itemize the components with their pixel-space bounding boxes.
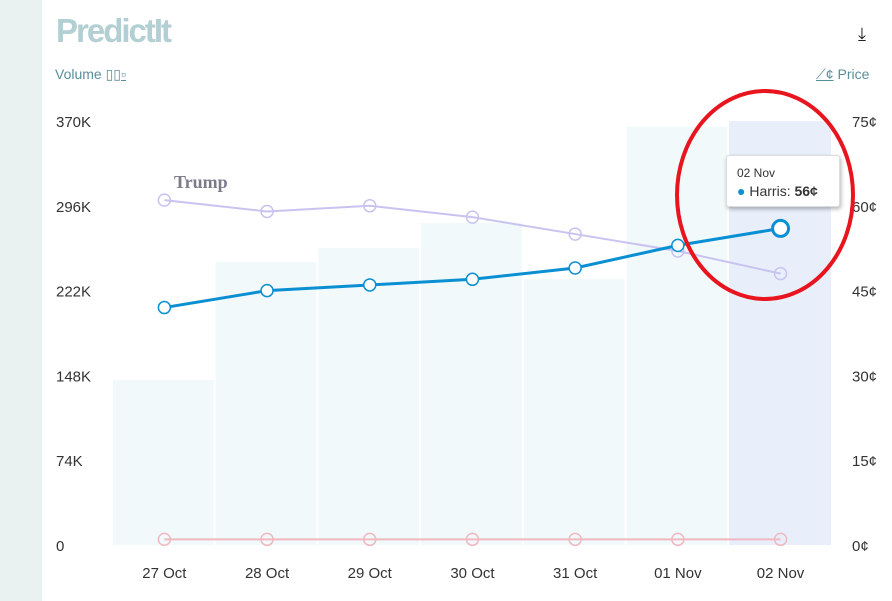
- chart: 27 Oct 28 Oct 29 Oct 30 Oct 31 Oct 01 Nov 02 N…: [56, 89, 877, 582]
- data-point: [568, 261, 582, 275]
- volume-bar: [421, 222, 522, 545]
- data-point: [465, 272, 480, 287]
- x-tick-label: 29 Oct: [348, 565, 393, 582]
- price-tick-label: 30¢: [852, 368, 877, 385]
- volume-bar: [523, 279, 625, 545]
- data-point: [771, 218, 791, 238]
- tooltip-date: 02 Nov: [737, 166, 776, 180]
- price-tick-label: 15¢: [852, 453, 877, 470]
- tooltip-series: Harris:: [749, 183, 791, 199]
- tooltip-value: 56¢: [794, 183, 818, 199]
- data-point: [671, 238, 685, 253]
- price-tick-label: 45¢: [852, 284, 877, 301]
- price-tick-label: 60¢: [852, 199, 877, 216]
- price-tick-label: 0¢: [852, 538, 869, 555]
- x-tick-label: 02 Nov: [757, 565, 805, 582]
- x-tick-label: 28 Oct: [245, 565, 290, 582]
- volume-tick-label: 148K: [56, 368, 91, 385]
- price-tick-label: 75¢: [852, 114, 877, 131]
- tooltip: 02 Nov ● Harris: 56¢: [726, 155, 840, 207]
- x-tick-label: 31 Oct: [553, 565, 598, 582]
- volume-tick-label: 74K: [56, 453, 83, 470]
- x-tick-label: 30 Oct: [450, 565, 495, 582]
- volume-tick-label: 222K: [56, 284, 91, 301]
- x-tick-label: 01 Nov: [654, 565, 702, 582]
- data-point: [157, 300, 172, 315]
- volume-tick-label: 0: [56, 538, 64, 555]
- series-dot-icon: ●: [737, 183, 746, 199]
- data-point: [363, 278, 377, 292]
- data-point: [260, 283, 274, 298]
- volume-tick-label: 370K: [56, 114, 91, 131]
- volume-tick-label: 296K: [56, 199, 91, 216]
- volume-bar: [318, 248, 420, 545]
- trump-label: Trump: [174, 172, 228, 192]
- volume-bar: [215, 261, 317, 545]
- x-tick-label: 27 Oct: [142, 565, 187, 582]
- volume-bar: [113, 379, 214, 545]
